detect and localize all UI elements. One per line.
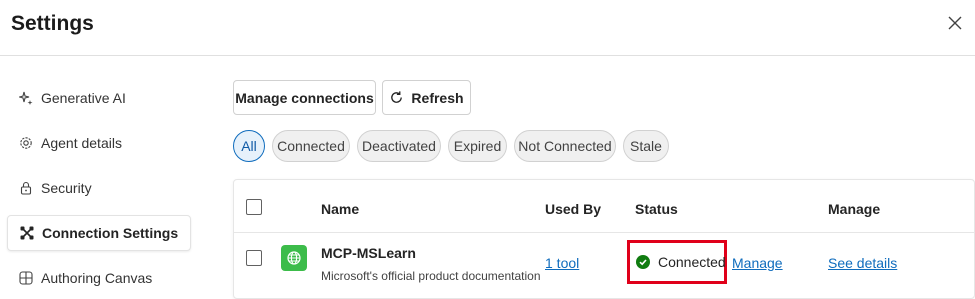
filter-stale[interactable]: Stale <box>623 130 669 162</box>
sidebar-item-label: Security <box>41 180 92 196</box>
lock-icon <box>19 181 33 195</box>
used-by-link[interactable]: 1 tool <box>545 255 579 271</box>
sidebar-item-generative-ai[interactable]: Generative AI <box>7 80 191 116</box>
connection-settings-panel: Manage connections Refresh All Connected… <box>233 56 975 299</box>
dialog-header: Settings <box>0 0 975 56</box>
filter-connected[interactable]: Connected <box>272 130 350 162</box>
filter-all[interactable]: All <box>233 130 265 162</box>
filter-not-connected[interactable]: Not Connected <box>514 130 616 162</box>
connection-icon <box>20 226 34 240</box>
filter-expired[interactable]: Expired <box>448 130 507 162</box>
sidebar-item-label: Authoring Canvas <box>41 270 153 286</box>
status-manage-link[interactable]: Manage <box>732 255 783 271</box>
column-header-used-by: Used By <box>545 201 602 217</box>
globe-app-icon <box>281 245 307 271</box>
header-divider <box>234 232 974 233</box>
settings-sidebar: Generative AI Agent details Security Con… <box>0 56 200 299</box>
sidebar-item-agent-details[interactable]: Agent details <box>7 125 191 161</box>
connection-name: MCP-MSLearn <box>321 245 416 261</box>
filter-deactivated[interactable]: Deactivated <box>357 130 441 162</box>
row-checkbox[interactable] <box>246 250 262 266</box>
column-header-status: Status <box>635 201 678 217</box>
sidebar-item-label: Agent details <box>41 135 122 151</box>
status-badge: Connected <box>658 254 726 270</box>
refresh-label: Refresh <box>411 89 464 106</box>
select-all-checkbox[interactable] <box>246 199 262 215</box>
sidebar-item-label: Generative AI <box>41 90 126 106</box>
see-details-link[interactable]: See details <box>828 255 897 271</box>
column-header-manage: Manage <box>828 201 881 217</box>
column-header-name: Name <box>321 201 360 217</box>
connections-table: Name Used By Status Manage MCP-MSLearn M… <box>233 179 975 299</box>
sidebar-item-connection-settings[interactable]: Connection Settings <box>7 215 191 251</box>
manage-connections-button[interactable]: Manage connections <box>233 80 376 115</box>
refresh-icon <box>389 90 404 105</box>
sparkle-icon <box>19 91 33 105</box>
close-icon[interactable] <box>945 13 965 33</box>
checkmark-circle-icon <box>636 255 650 269</box>
sidebar-item-security[interactable]: Security <box>7 170 191 206</box>
refresh-button[interactable]: Refresh <box>382 80 471 115</box>
sidebar-item-authoring-canvas[interactable]: Authoring Canvas <box>7 260 191 296</box>
dialog-title: Settings <box>11 12 94 35</box>
gear-icon <box>19 136 33 150</box>
grid-icon <box>19 271 33 285</box>
sidebar-item-label: Connection Settings <box>42 225 179 241</box>
connection-description: Microsoft's official product documentati… <box>321 269 541 283</box>
